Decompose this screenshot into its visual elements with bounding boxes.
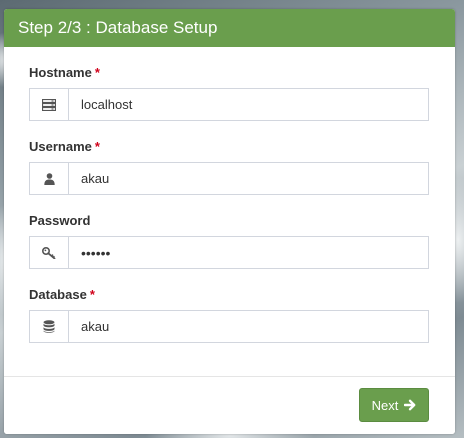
required-marker: * [94,65,100,80]
database-input-group [29,310,429,343]
next-button-label: Next [371,397,399,413]
database-form: Hostname* Username* [4,47,455,361]
password-label: Password [29,213,91,228]
password-input-group [29,236,429,269]
key-icon [30,237,69,268]
hostname-label: Hostname * [29,65,100,80]
database-label: Database * [29,287,95,302]
required-marker: * [89,287,95,302]
arrow-right-icon [404,399,416,411]
user-icon [30,163,69,194]
setup-panel: Step 2/3 : Database Setup Hostname * loc… [4,9,455,434]
panel-header: Step 2/3 : Database Setup [4,9,455,47]
password-field[interactable] [69,237,428,268]
username-input-group [29,162,429,195]
database-icon [30,311,69,342]
database-field[interactable] [69,311,428,342]
server-icon [30,89,69,120]
required-marker: * [94,139,100,154]
database-group: Database * [29,287,429,361]
hostname-field[interactable] [69,89,428,120]
hostname-input-group [29,88,429,121]
password-group: Password [29,213,429,287]
next-button[interactable]: Next [359,388,429,422]
username-field[interactable] [69,163,428,194]
username-group: Username * [29,139,429,213]
panel-footer: Next [4,376,455,434]
hostname-group: Hostname * [29,65,429,139]
page-title: Step 2/3 : Database Setup [18,18,218,37]
username-label: Username * [29,139,100,154]
